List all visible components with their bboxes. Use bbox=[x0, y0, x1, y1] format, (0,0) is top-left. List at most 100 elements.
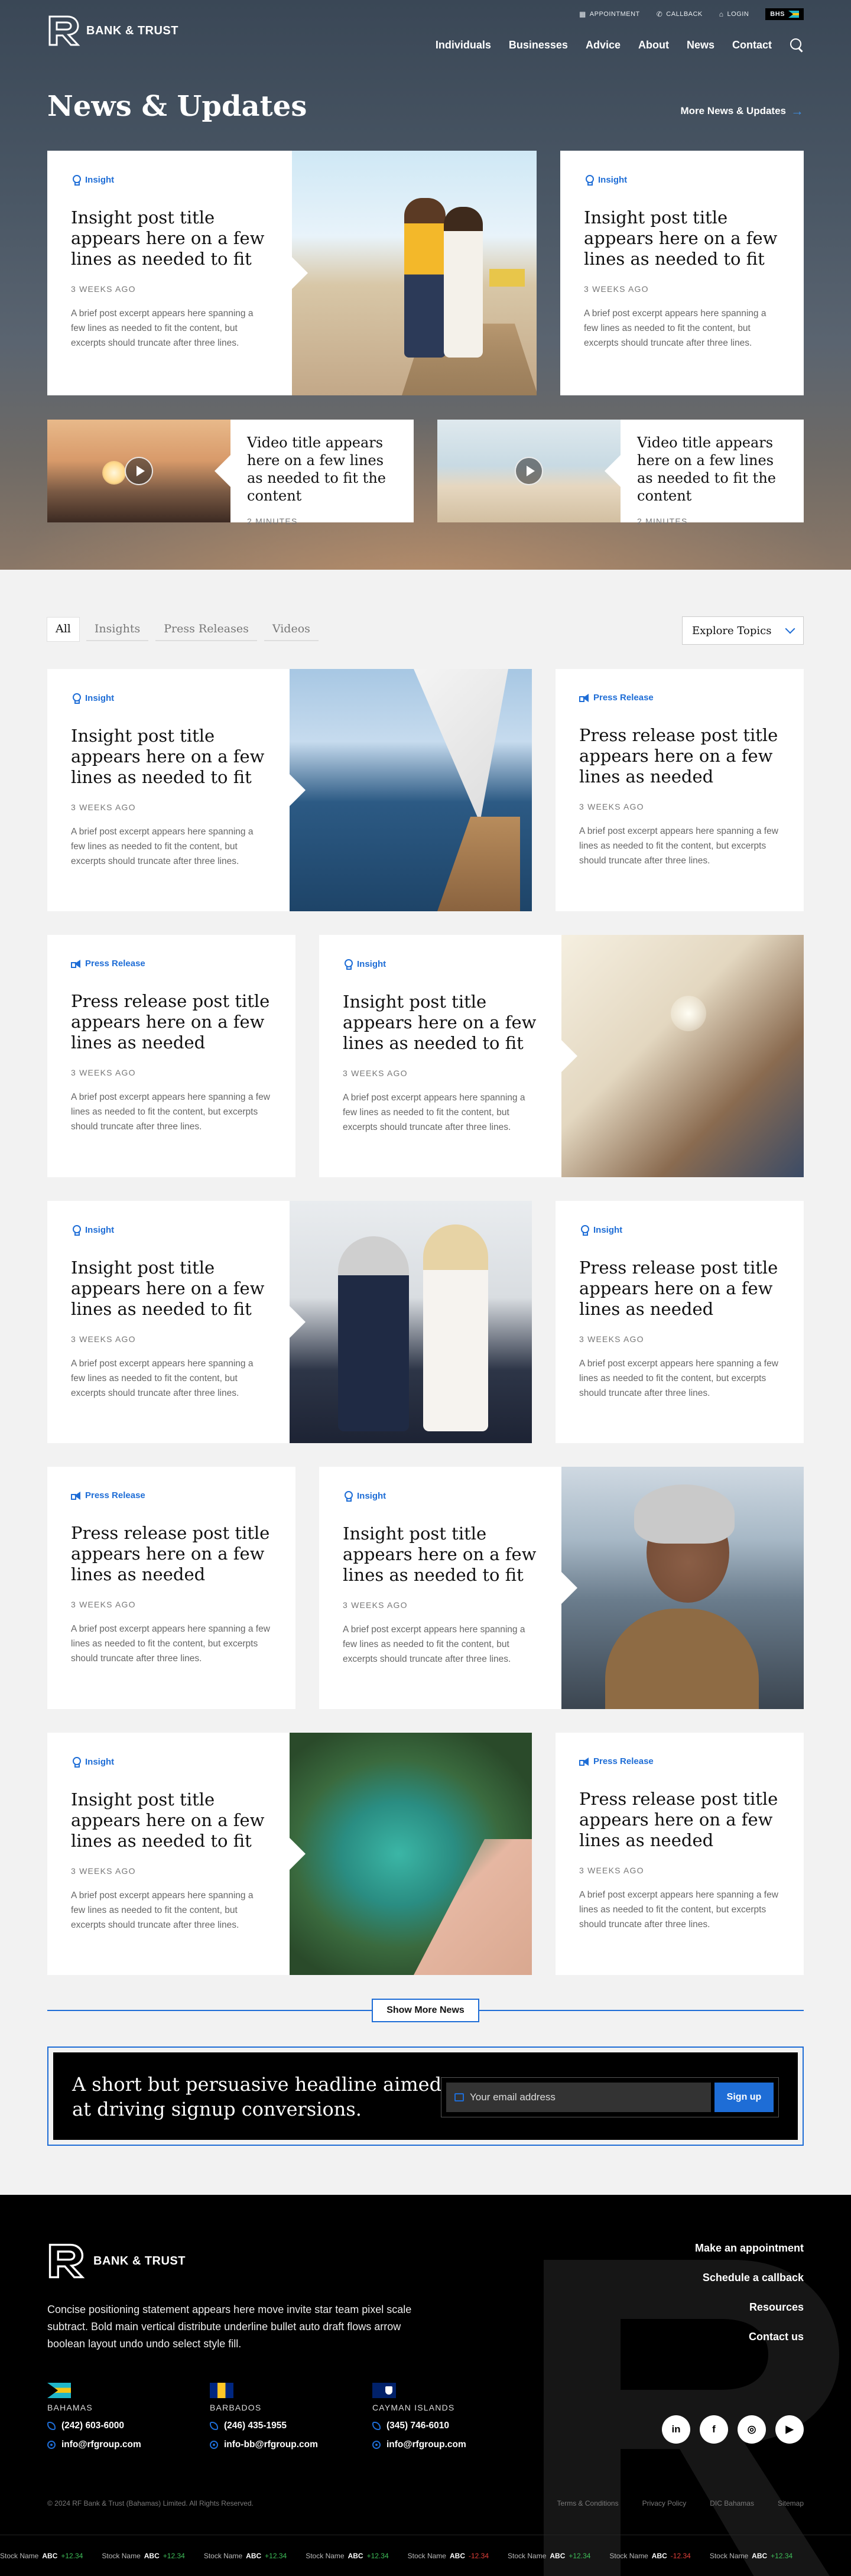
facebook-icon[interactable]: f bbox=[700, 2415, 728, 2444]
newsletter-signup: A short but persuasive headline aimed at… bbox=[47, 2046, 804, 2146]
play-icon[interactable] bbox=[125, 457, 153, 485]
post-card-wide[interactable]: Insight Insight post title appears here … bbox=[47, 1733, 532, 1975]
ticker-item: Stock Name ABC +12.34 bbox=[204, 2552, 287, 2560]
bahamas-flag-icon bbox=[47, 2383, 71, 2398]
post-card[interactable]: Press Release Press release post title a… bbox=[556, 1733, 804, 1975]
linkedin-icon[interactable]: in bbox=[662, 2415, 690, 2444]
phone-icon: ✆ bbox=[656, 10, 663, 18]
office-email[interactable]: info@rfgroup.com bbox=[47, 2439, 177, 2450]
ticker-item: Stock Name ABC +12.34 bbox=[508, 2552, 590, 2560]
post-tag: Insight bbox=[71, 1756, 266, 1768]
post-card[interactable]: Press Release Press release post title a… bbox=[556, 669, 804, 911]
post-title: Insight post title appears here on a few… bbox=[584, 207, 778, 269]
terms-link[interactable]: Terms & Conditions bbox=[557, 2499, 619, 2507]
chevron-down-icon bbox=[785, 626, 794, 635]
post-tag: Insight bbox=[71, 174, 268, 186]
play-icon[interactable] bbox=[515, 457, 543, 485]
sitemap-link[interactable]: Sitemap bbox=[778, 2499, 804, 2507]
tab-videos[interactable]: Videos bbox=[264, 618, 319, 641]
footer-logo[interactable]: BANK & TRUST bbox=[47, 2242, 186, 2280]
site-logo[interactable]: BANK & TRUST bbox=[47, 14, 178, 47]
nav-individuals[interactable]: Individuals bbox=[436, 39, 491, 51]
post-excerpt: A brief post excerpt appears here spanni… bbox=[579, 1359, 778, 1398]
footer-links: Make an appointment Schedule a callback … bbox=[695, 2242, 804, 2360]
ticker-item: Stock Name ABC +12.34 bbox=[0, 2552, 83, 2560]
office-list: BAHAMAS (242) 603-6000 info@rfgroup.com … bbox=[47, 2383, 502, 2458]
lightbulb-icon bbox=[579, 1224, 589, 1236]
post-title: Insight post title appears here on a few… bbox=[343, 992, 537, 1053]
nav-businesses[interactable]: Businesses bbox=[509, 39, 568, 51]
youtube-icon[interactable]: ▶ bbox=[775, 2415, 804, 2444]
positioning-statement: Concise positioning statement appears he… bbox=[47, 2304, 412, 2350]
office-phone[interactable]: (345) 746-6010 bbox=[372, 2421, 502, 2431]
video-title: Video title appears here on a few lines … bbox=[637, 434, 776, 504]
tab-press-releases[interactable]: Press Releases bbox=[155, 618, 257, 641]
sign-up-button[interactable]: Sign up bbox=[714, 2083, 774, 2112]
instagram-icon[interactable]: ◎ bbox=[738, 2415, 766, 2444]
ticker-item: Stock Name ABC +12.34 bbox=[306, 2552, 388, 2560]
post-card[interactable]: Insight Press release post title appears… bbox=[556, 1201, 804, 1443]
phone-icon bbox=[372, 2422, 381, 2430]
stock-name: Stock Name bbox=[609, 2551, 648, 2560]
schedule-callback-link[interactable]: Schedule a callback bbox=[695, 2272, 804, 2284]
callback-link[interactable]: ✆ CALLBACK bbox=[657, 10, 703, 18]
stock-name: Stock Name bbox=[203, 2551, 243, 2560]
office-phone[interactable]: (242) 603-6000 bbox=[47, 2421, 177, 2431]
post-excerpt: A brief post excerpt appears here spanni… bbox=[71, 1092, 270, 1132]
post-card-wide[interactable]: Insight Insight post title appears here … bbox=[47, 1201, 532, 1443]
privacy-link[interactable]: Privacy Policy bbox=[642, 2499, 687, 2507]
contact-us-link[interactable]: Contact us bbox=[695, 2331, 804, 2343]
video-card[interactable]: Video title appears here on a few lines … bbox=[47, 420, 414, 526]
post-card-wide[interactable]: Insight Insight post title appears here … bbox=[319, 1467, 804, 1709]
post-excerpt: A brief post excerpt appears here spanni… bbox=[71, 308, 254, 348]
show-more-button[interactable]: Show More News bbox=[372, 1999, 479, 2022]
office-cayman: CAYMAN ISLANDS (345) 746-6010 info@rfgro… bbox=[372, 2383, 502, 2458]
lock-icon: ⌂ bbox=[719, 10, 724, 18]
office-email[interactable]: info@rfgroup.com bbox=[372, 2439, 502, 2450]
post-excerpt: A brief post excerpt appears here spanni… bbox=[71, 1890, 254, 1930]
post-title: Press release post title appears here on… bbox=[71, 991, 270, 1053]
explore-topics-dropdown[interactable]: Explore Topics bbox=[682, 616, 804, 645]
email-icon bbox=[372, 2441, 381, 2449]
resources-link[interactable]: Resources bbox=[695, 2301, 804, 2314]
post-card-wide[interactable]: Insight Insight post title appears here … bbox=[47, 669, 532, 911]
post-tag: Press Release bbox=[71, 959, 272, 969]
post-card-wide[interactable]: Insight Insight post title appears here … bbox=[319, 935, 804, 1177]
tab-insights[interactable]: Insights bbox=[86, 618, 149, 641]
hero-section: ▦ APPOINTMENT ✆ CALLBACK ⌂ LOGIN BHS BANK &… bbox=[0, 0, 851, 570]
nav-contact[interactable]: Contact bbox=[732, 39, 772, 51]
make-appointment-link[interactable]: Make an appointment bbox=[695, 2242, 804, 2255]
nav-about[interactable]: About bbox=[638, 39, 669, 51]
page-title: News & Updates bbox=[47, 90, 307, 123]
featured-post-card[interactable]: Insight Insight post title appears here … bbox=[47, 151, 537, 395]
appointment-link[interactable]: ▦ APPOINTMENT bbox=[579, 10, 640, 18]
video-card[interactable]: Video title appears here on a few lines … bbox=[437, 420, 804, 526]
video-duration: 2 MINUTES bbox=[247, 517, 298, 526]
post-card[interactable]: Press Release Press release post title a… bbox=[47, 935, 295, 1177]
nav-advice[interactable]: Advice bbox=[586, 39, 621, 51]
tab-all[interactable]: All bbox=[47, 618, 79, 641]
post-card[interactable]: Press Release Press release post title a… bbox=[47, 1467, 295, 1709]
office-email[interactable]: info-bb@rfgroup.com bbox=[210, 2439, 340, 2450]
post-date: 3 WEEKS AGO bbox=[71, 1600, 136, 1610]
logo-text: BANK & TRUST bbox=[93, 2254, 186, 2268]
email-field[interactable]: Your email address bbox=[446, 2083, 711, 2112]
stock-name: Stock Name bbox=[306, 2551, 345, 2560]
signup-form: Your email address Sign up bbox=[441, 2077, 779, 2117]
office-name: CAYMAN ISLANDS bbox=[372, 2403, 455, 2412]
stock-symbol: ABC bbox=[550, 2551, 566, 2560]
post-tag: Press Release bbox=[579, 1756, 780, 1766]
language-selector[interactable]: BHS bbox=[765, 8, 804, 20]
dic-link[interactable]: DIC Bahamas bbox=[710, 2499, 754, 2507]
search-icon[interactable] bbox=[790, 38, 804, 52]
barbados-flag-icon bbox=[210, 2383, 233, 2398]
stock-symbol: ABC bbox=[651, 2551, 667, 2560]
office-phone[interactable]: (246) 435-1955 bbox=[210, 2421, 340, 2431]
aerial-beach-image bbox=[290, 1733, 532, 1975]
login-link[interactable]: ⌂ LOGIN bbox=[719, 10, 749, 18]
side-post-card[interactable]: Insight Insight post title appears here … bbox=[560, 151, 804, 395]
more-news-link[interactable]: More News & Updates → bbox=[680, 103, 804, 119]
post-excerpt: A brief post excerpt appears here spanni… bbox=[71, 1359, 254, 1398]
ticker-item: Stock Name ABC +12.34 bbox=[102, 2552, 184, 2560]
nav-news[interactable]: News bbox=[687, 39, 714, 51]
